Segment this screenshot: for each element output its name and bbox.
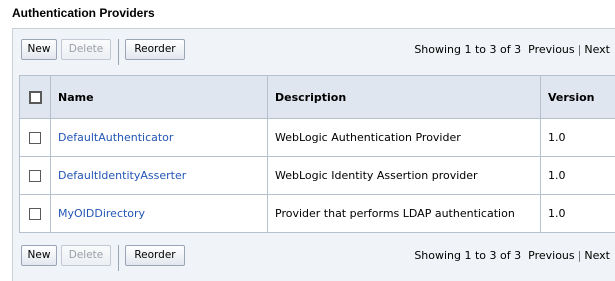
delete-button[interactable]: Delete <box>61 245 111 266</box>
table-header-row: Name Description Version <box>20 76 615 119</box>
pagination: Showing 1 to 3 of 3 Previous|Next <box>414 249 610 262</box>
previous-link[interactable]: Previous <box>528 249 575 262</box>
top-toolbar: New Delete Reorder Showing 1 to 3 of 3 P… <box>13 35 615 69</box>
description-cell: WebLogic Identity Assertion provider <box>268 157 541 195</box>
name-column-header: Name <box>51 76 268 119</box>
section-title: Authentication Providers <box>12 6 155 20</box>
providers-table: Name Description Version DefaultAuthenti… <box>19 75 615 233</box>
previous-link[interactable]: Previous <box>528 43 575 56</box>
new-button[interactable]: New <box>21 245 57 266</box>
description-cell: Provider that performs LDAP authenticati… <box>268 195 541 233</box>
version-column-header: Version <box>541 76 615 119</box>
row-select-cell <box>20 119 51 157</box>
providers-panel: New Delete Reorder Showing 1 to 3 of 3 P… <box>12 28 615 281</box>
provider-name-link[interactable]: DefaultIdentityAsserter <box>58 169 186 182</box>
name-cell: MyOIDDirectory <box>51 195 268 233</box>
name-cell: DefaultIdentityAsserter <box>51 157 268 195</box>
next-link[interactable]: Next <box>584 43 610 56</box>
provider-name-link[interactable]: MyOIDDirectory <box>58 207 145 220</box>
version-cell: 1.0 <box>541 195 615 233</box>
showing-text: Showing 1 to 3 of 3 <box>414 43 521 56</box>
description-column-header: Description <box>268 76 541 119</box>
table-row: MyOIDDirectory Provider that performs LD… <box>20 195 615 233</box>
provider-name-link[interactable]: DefaultAuthenticator <box>58 131 173 144</box>
table-row: DefaultIdentityAsserter WebLogic Identit… <box>20 157 615 195</box>
toolbar-separator <box>118 245 119 271</box>
pagination-divider: | <box>578 43 582 56</box>
reorder-button[interactable]: Reorder <box>125 39 185 60</box>
row-checkbox[interactable] <box>29 170 41 182</box>
showing-text: Showing 1 to 3 of 3 <box>414 249 521 262</box>
row-select-cell <box>20 195 51 233</box>
new-button[interactable]: New <box>21 39 57 60</box>
select-all-checkbox[interactable] <box>29 91 42 104</box>
table-row: DefaultAuthenticator WebLogic Authentica… <box>20 119 615 157</box>
select-all-cell <box>20 76 51 119</box>
row-checkbox[interactable] <box>29 132 41 144</box>
delete-button[interactable]: Delete <box>61 39 111 60</box>
reorder-button[interactable]: Reorder <box>125 245 185 266</box>
pagination: Showing 1 to 3 of 3 Previous|Next <box>414 43 610 56</box>
row-select-cell <box>20 157 51 195</box>
row-checkbox[interactable] <box>29 208 41 220</box>
next-link[interactable]: Next <box>584 249 610 262</box>
description-cell: WebLogic Authentication Provider <box>268 119 541 157</box>
toolbar-separator <box>118 39 119 65</box>
bottom-toolbar: New Delete Reorder Showing 1 to 3 of 3 P… <box>13 241 615 275</box>
pagination-divider: | <box>578 249 582 262</box>
name-cell: DefaultAuthenticator <box>51 119 268 157</box>
version-cell: 1.0 <box>541 119 615 157</box>
version-cell: 1.0 <box>541 157 615 195</box>
